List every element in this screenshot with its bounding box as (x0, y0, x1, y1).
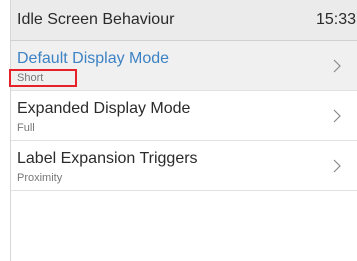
menu-item-expanded-display-mode[interactable]: Expanded Display Mode Full (11, 91, 357, 141)
menu-item-default-display-mode[interactable]: Default Display Mode Short (9, 41, 357, 91)
idle-screen-settings: Idle Screen Behaviour 15:33 Default Disp… (9, 0, 357, 261)
title-bar: Idle Screen Behaviour 15:33 (11, 0, 357, 41)
chevron-right-icon (332, 108, 342, 124)
menu-item-label: Default Display Mode (17, 50, 170, 67)
menu-item-value: Short (17, 72, 44, 84)
menu-item-label: Expanded Display Mode (17, 100, 191, 117)
menu-item-value: Proximity (17, 172, 63, 184)
menu-item-label: Label Expansion Triggers (17, 150, 198, 167)
clock: 15:33 (315, 11, 356, 28)
settings-menu: Default Display Mode Short Expanded Disp… (9, 41, 357, 191)
menu-item-value: Full (17, 122, 35, 134)
page-title: Idle Screen Behaviour (17, 11, 175, 28)
menu-item-label-expansion-triggers[interactable]: Label Expansion Triggers Proximity (11, 141, 357, 191)
chevron-right-icon (332, 58, 342, 74)
chevron-right-icon (332, 158, 342, 174)
